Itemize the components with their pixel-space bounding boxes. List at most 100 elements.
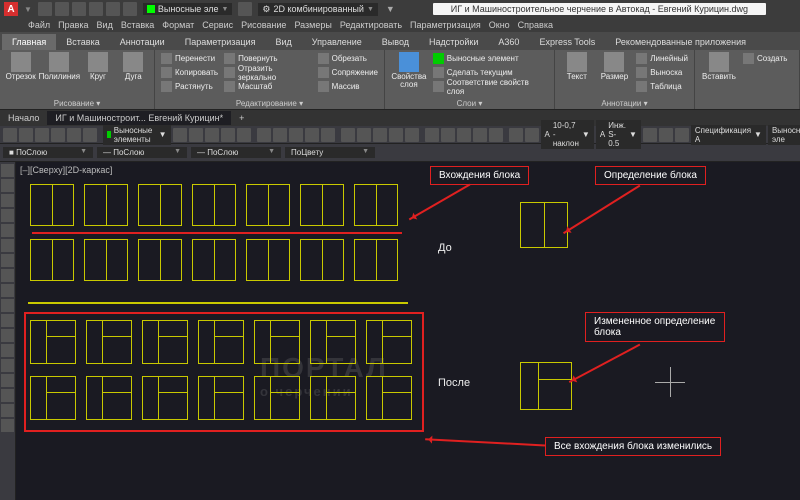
color-combo[interactable]: ■ ПоСлою▼ [3, 147, 93, 158]
vt-ico[interactable] [1, 359, 14, 372]
qat-save-icon[interactable] [72, 2, 86, 16]
tb1-ico[interactable] [509, 128, 523, 142]
vt-ico[interactable] [1, 314, 14, 327]
vt-ico[interactable] [1, 299, 14, 312]
vt-ico[interactable] [1, 254, 14, 267]
panel-draw-label[interactable]: Рисование ▾ [0, 99, 154, 108]
linear-dim-button[interactable]: Линейный [634, 52, 690, 65]
tb2-ico[interactable] [548, 147, 555, 159]
stretch-button[interactable]: Растянуть [159, 80, 220, 93]
vt-ico[interactable] [1, 344, 14, 357]
tb2-ico[interactable] [643, 147, 650, 159]
tb2-ico[interactable] [780, 147, 787, 159]
qat-new-icon[interactable] [38, 2, 52, 16]
plot-combo[interactable]: ПоЦвету▼ [285, 147, 375, 158]
tb1-ico[interactable] [51, 128, 65, 142]
qat-workspace-combo[interactable]: ⚙2D комбинированный▼ [258, 3, 377, 16]
tb1-ico[interactable] [173, 128, 187, 142]
menu-file[interactable]: Файл [28, 20, 50, 30]
panel-annot-label[interactable]: Аннотации ▾ [555, 99, 694, 108]
tb1-ico[interactable] [341, 128, 355, 142]
qat-layer-combo[interactable]: Выносные эле▼ [143, 3, 232, 15]
tb2-ico[interactable] [474, 147, 481, 159]
panel-layers-label[interactable]: Слои ▾ [385, 99, 554, 108]
panel-modify-label[interactable]: Редактирование ▾ [155, 99, 384, 108]
tb2-ico[interactable] [611, 147, 618, 159]
tab-addins[interactable]: Надстройки [419, 34, 488, 50]
table-button[interactable]: Таблица [634, 80, 690, 93]
tb1-ico[interactable] [19, 128, 33, 142]
vt-ico[interactable] [1, 179, 14, 192]
lt-combo[interactable]: — ПоСлою▼ [191, 147, 281, 158]
tb2-ico[interactable] [695, 147, 702, 159]
tab-featured[interactable]: Рекомендованные приложения [605, 34, 756, 50]
array-button[interactable]: Массив [316, 80, 380, 93]
autocad-logo[interactable]: A [4, 2, 18, 16]
polyline-button[interactable]: Полилиния [39, 52, 79, 81]
tb2-ico[interactable] [674, 147, 681, 159]
tb2-ico[interactable] [706, 147, 713, 159]
qat-redo-icon[interactable] [106, 2, 120, 16]
tab-annotate[interactable]: Аннотации [110, 34, 175, 50]
scale-button[interactable]: Масштаб [222, 80, 314, 93]
tb1-ico[interactable] [659, 128, 673, 142]
move-button[interactable]: Перенести [159, 52, 220, 65]
tb2-ico[interactable] [653, 147, 660, 159]
tb1-ico[interactable] [473, 128, 487, 142]
qat-undo-icon[interactable] [89, 2, 103, 16]
tab-home[interactable]: Главная [2, 34, 56, 50]
tb2-ico[interactable] [685, 147, 692, 159]
vt-ico[interactable] [1, 194, 14, 207]
tb2-ico[interactable] [411, 147, 418, 159]
app-menu-icon[interactable]: ▼ [24, 5, 32, 14]
line-button[interactable]: Отрезок [4, 52, 37, 81]
vt-ico[interactable] [1, 224, 14, 237]
tab-manage[interactable]: Управление [302, 34, 372, 50]
vt-ico[interactable] [1, 419, 14, 432]
tb1-ico[interactable] [305, 128, 319, 142]
file-tab-start[interactable]: Начало [0, 111, 47, 125]
viewport-label[interactable]: [–][Сверху][2D-каркас] [20, 165, 112, 175]
qat-plot-icon[interactable] [123, 2, 137, 16]
fillet-button[interactable]: Сопряжение [316, 66, 380, 79]
tb1-ico[interactable] [373, 128, 387, 142]
arc-button[interactable]: Дуга [117, 52, 150, 81]
tab-output[interactable]: Вывод [372, 34, 419, 50]
tab-express[interactable]: Express Tools [529, 34, 605, 50]
layer-combo[interactable]: Выносные элемент [431, 52, 550, 65]
tb2-ico[interactable] [727, 147, 734, 159]
vt-ico[interactable] [1, 209, 14, 222]
tb2-ico[interactable] [717, 147, 724, 159]
tab-view[interactable]: Вид [265, 34, 301, 50]
tb-textstyle-combo[interactable]: A 10-0,7 - наклон ▼ [541, 120, 594, 149]
layer-props-button[interactable]: Свойства слоя [389, 52, 429, 89]
tb2-ico[interactable] [738, 147, 745, 159]
tb1-ico[interactable] [189, 128, 203, 142]
menu-view[interactable]: Вид [97, 20, 113, 30]
tb1-ico[interactable] [489, 128, 503, 142]
tb2-ico[interactable] [379, 147, 386, 159]
tb1-ico[interactable] [221, 128, 235, 142]
vt-ico[interactable] [1, 284, 14, 297]
qat-open-icon[interactable] [55, 2, 69, 16]
menu-param[interactable]: Параметризация [410, 20, 481, 30]
tb1-ico[interactable] [3, 128, 17, 142]
tb2-ico[interactable] [463, 147, 470, 159]
tb1-ico[interactable] [35, 128, 49, 142]
tb2-ico[interactable] [569, 147, 576, 159]
vt-ico[interactable] [1, 164, 14, 177]
menu-edit[interactable]: Правка [58, 20, 88, 30]
tb1-ico[interactable] [273, 128, 287, 142]
tab-a360[interactable]: A360 [488, 34, 529, 50]
tb1-ico[interactable] [237, 128, 251, 142]
tb2-ico[interactable] [579, 147, 586, 159]
tb2-ico[interactable] [622, 147, 629, 159]
tb2-ico[interactable] [748, 147, 755, 159]
tb1-ico[interactable] [405, 128, 419, 142]
tab-param[interactable]: Параметризация [175, 34, 266, 50]
mirror-button[interactable]: Отразить зеркально [222, 66, 314, 79]
tb2-ico[interactable] [400, 147, 407, 159]
tb2-ico[interactable] [442, 147, 449, 159]
create-block-button[interactable]: Создать [741, 52, 789, 65]
circle-button[interactable]: Круг [81, 52, 114, 81]
